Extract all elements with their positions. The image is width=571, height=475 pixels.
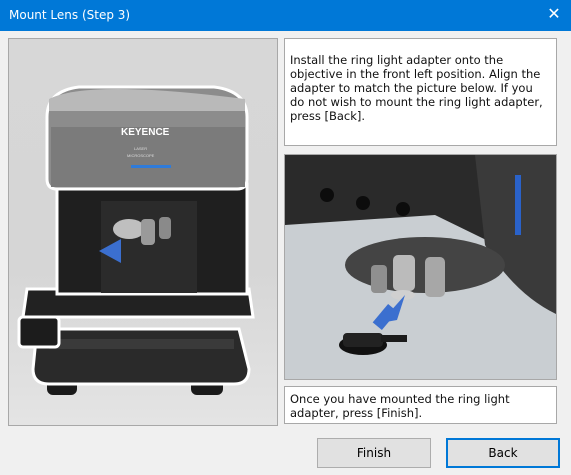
window-title: Mount Lens (Step 3)	[9, 8, 131, 22]
adapter-photo	[284, 154, 557, 380]
finish-button[interactable]: Finish	[317, 438, 431, 468]
microscope-illustration: KEYENCE LASER MICROSCOPE	[8, 38, 278, 426]
back-button[interactable]: Back	[446, 438, 560, 468]
instruction-text: Install the ring light adapter onto the …	[284, 38, 557, 146]
adapter-photo-drawing	[285, 155, 556, 379]
microscope-drawing: KEYENCE LASER MICROSCOPE	[17, 85, 255, 395]
badge-line2: MICROSCOPE	[127, 153, 155, 158]
title-bar: Mount Lens (Step 3) ✕	[0, 0, 571, 31]
completion-text: Once you have mounted the ring light ada…	[284, 386, 557, 424]
brand-label: KEYENCE	[121, 127, 170, 138]
badge-line1: LASER	[134, 146, 147, 151]
close-icon[interactable]: ✕	[545, 5, 563, 23]
